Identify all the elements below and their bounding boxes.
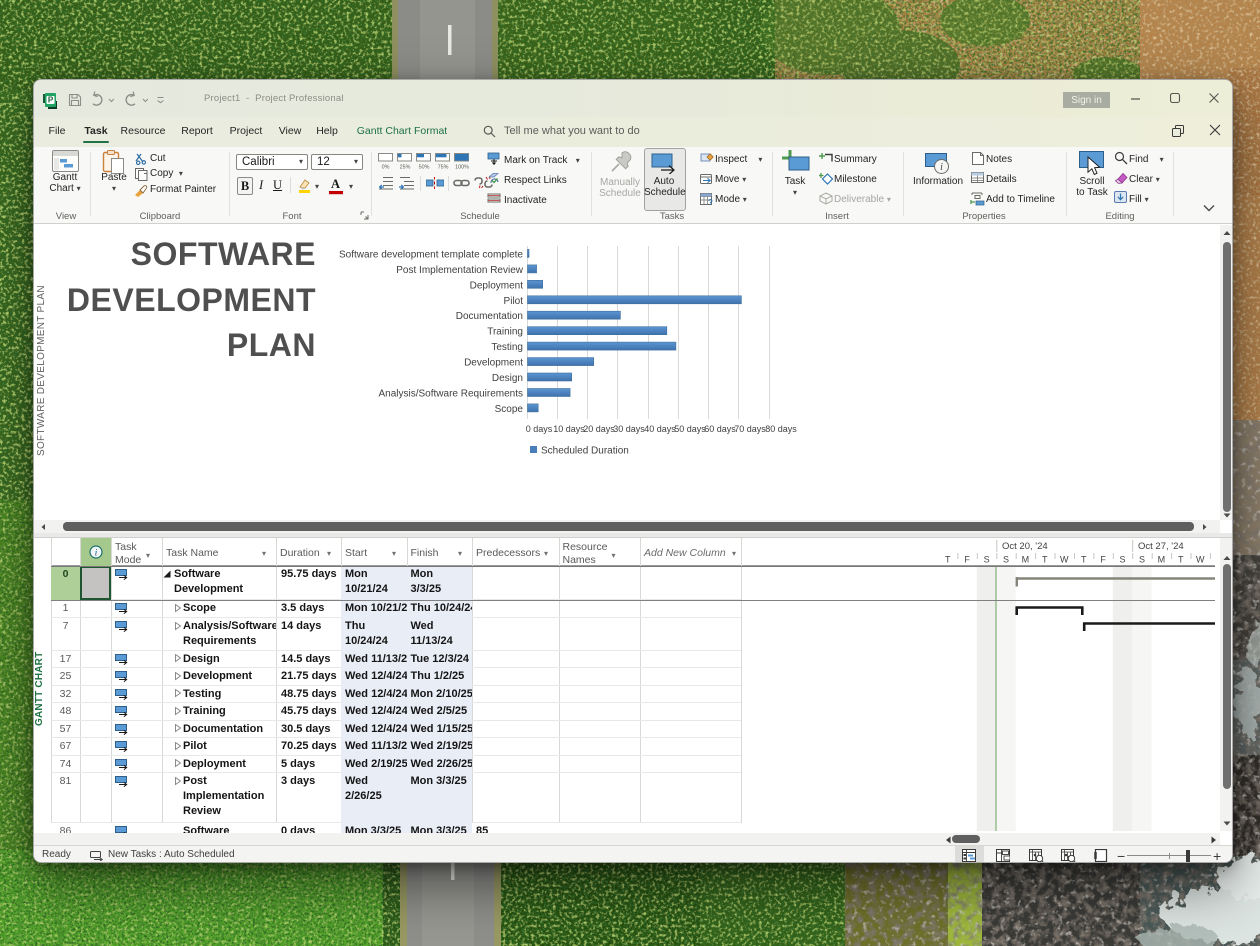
svg-text:Pilot: Pilot <box>504 296 524 307</box>
svg-text:0 days: 0 days <box>526 424 553 434</box>
svg-text:40 days: 40 days <box>644 424 676 434</box>
svg-text:Oct 27, '24: Oct 27, '24 <box>1138 541 1184 552</box>
svg-text:Design: Design <box>492 373 523 384</box>
svg-text:Oct 20, '24: Oct 20, '24 <box>1002 541 1048 552</box>
svg-text:25%: 25% <box>400 165 411 171</box>
svg-text:M: M <box>1022 555 1030 565</box>
svg-text:T: T <box>1178 555 1184 565</box>
svg-text:P: P <box>48 96 54 105</box>
svg-text:70 days: 70 days <box>734 424 766 434</box>
svg-text:F: F <box>964 555 970 565</box>
svg-text:50%: 50% <box>419 165 430 171</box>
svg-text:T: T <box>1081 555 1087 565</box>
svg-text:0%: 0% <box>382 165 390 171</box>
svg-text:10 days: 10 days <box>553 424 585 434</box>
svg-text:?: ? <box>708 198 713 206</box>
svg-text:F: F <box>1100 555 1106 565</box>
svg-text:S: S <box>1003 555 1009 565</box>
svg-text:Software development template: Software development template complete <box>339 249 523 260</box>
svg-text:20 days: 20 days <box>583 424 615 434</box>
svg-text:T: T <box>1042 555 1048 565</box>
svg-text:W: W <box>1060 555 1069 565</box>
svg-text:i: i <box>940 162 943 173</box>
svg-text:Analysis/Software Requirements: Analysis/Software Requirements <box>378 389 523 400</box>
svg-text:Scheduled Duration: Scheduled Duration <box>541 446 629 457</box>
svg-text:S: S <box>1119 555 1125 565</box>
svg-text:Post Implementation Review: Post Implementation Review <box>396 265 524 276</box>
svg-text:Deployment: Deployment <box>470 280 524 291</box>
svg-text:Testing: Testing <box>491 342 523 353</box>
svg-text:Training: Training <box>487 327 523 338</box>
svg-text:30 days: 30 days <box>613 424 645 434</box>
svg-text:S: S <box>1139 555 1145 565</box>
svg-text:100%: 100% <box>455 165 469 171</box>
svg-text:T: T <box>945 555 951 565</box>
svg-text:75%: 75% <box>438 165 449 171</box>
svg-text:80 days: 80 days <box>765 424 797 434</box>
svg-text:Documentation: Documentation <box>456 311 523 322</box>
svg-text:W: W <box>1196 555 1205 565</box>
svg-text:Scope: Scope <box>495 404 524 415</box>
svg-text:60 days: 60 days <box>704 424 736 434</box>
svg-text:M: M <box>1158 555 1166 565</box>
svg-text:S: S <box>984 555 990 565</box>
svg-text:50 days: 50 days <box>674 424 706 434</box>
svg-text:Development: Development <box>464 358 523 369</box>
